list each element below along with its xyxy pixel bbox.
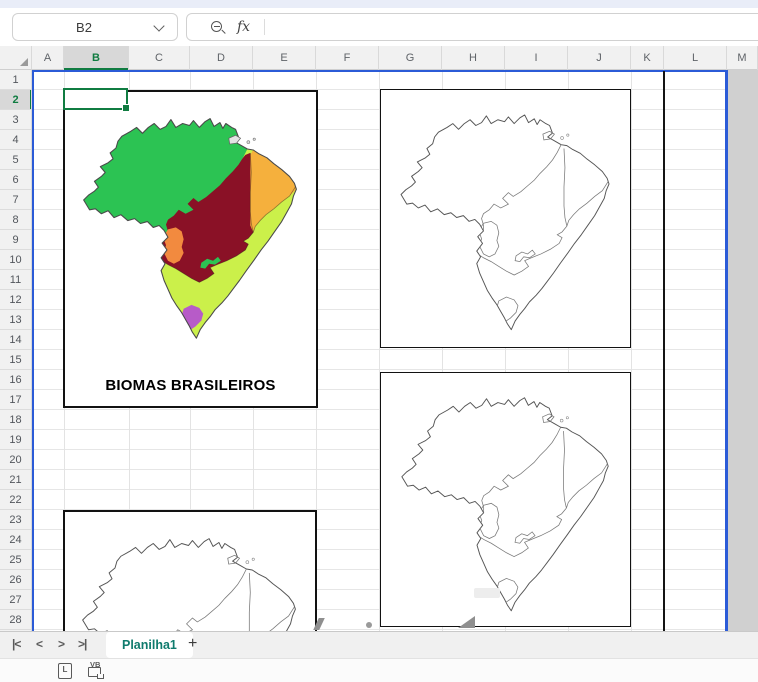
row-header-10[interactable]: 10 xyxy=(0,250,31,270)
column-header-c[interactable]: C xyxy=(129,46,190,70)
add-sheet-button[interactable]: + xyxy=(188,635,197,653)
row-header-17[interactable]: 17 xyxy=(0,390,31,410)
row-header-27[interactable]: 27 xyxy=(0,590,31,610)
row-header-24[interactable]: 24 xyxy=(0,530,31,550)
page-border-left xyxy=(32,70,34,631)
row-header-2[interactable]: 2 xyxy=(0,90,31,110)
first-sheet-button[interactable]: |< xyxy=(12,637,21,651)
name-box[interactable]: B2 xyxy=(12,13,178,41)
column-header-a[interactable]: A xyxy=(32,46,64,70)
fx-icon: fx xyxy=(237,19,251,35)
watermark-fragment xyxy=(474,588,500,598)
biomes-map-outline-2[interactable] xyxy=(380,372,631,627)
row-header-1[interactable]: 1 xyxy=(0,70,31,90)
column-header-g[interactable]: G xyxy=(379,46,442,70)
window-top-strip xyxy=(0,0,758,8)
select-all-triangle-icon xyxy=(20,58,28,66)
page-border-top xyxy=(32,70,728,72)
status-bar: L VB xyxy=(0,658,758,682)
spreadsheet-app: B2 fx ABCDEFGHIJKLM 1 2 3 4 5 6 7 8 9 10 11 12 13 14 1… xyxy=(0,0,758,682)
next-sheet-button[interactable]: > xyxy=(58,637,65,651)
column-header-h[interactable]: H xyxy=(442,46,505,70)
column-headers: ABCDEFGHIJKLM xyxy=(32,46,758,71)
biomes-map-outline-3[interactable] xyxy=(63,510,317,631)
row-header-7[interactable]: 7 xyxy=(0,190,31,210)
row-header-12[interactable]: 12 xyxy=(0,290,31,310)
row-header-15[interactable]: 15 xyxy=(0,350,31,370)
row-header-19[interactable]: 19 xyxy=(0,430,31,450)
brazil-map-outline-svg xyxy=(382,91,630,345)
row-header-14[interactable]: 14 xyxy=(0,330,31,350)
workbook-statistics-icon[interactable]: L xyxy=(58,660,76,679)
name-box-value: B2 xyxy=(76,19,92,35)
sheet-tab-label: Planilha1 xyxy=(122,638,177,652)
formula-bar-divider xyxy=(264,19,266,35)
select-all-corner[interactable] xyxy=(0,46,32,70)
row-header-5[interactable]: 5 xyxy=(0,150,31,170)
column-header-l[interactable]: L xyxy=(664,46,727,70)
chevron-down-icon[interactable] xyxy=(153,19,165,32)
macros-icon[interactable]: VB xyxy=(88,660,106,679)
column-header-d[interactable]: D xyxy=(190,46,253,70)
gridline xyxy=(631,70,632,631)
brazil-map-colored-svg xyxy=(66,94,316,354)
row-header-9[interactable]: 9 xyxy=(0,230,31,250)
outside-page-area xyxy=(728,70,758,631)
row-header-26[interactable]: 26 xyxy=(0,570,31,590)
row-header-20[interactable]: 20 xyxy=(0,450,31,470)
column-header-f[interactable]: F xyxy=(316,46,379,70)
page-border-right xyxy=(725,70,728,631)
row-header-21[interactable]: 21 xyxy=(0,470,31,490)
map-title: BIOMAS BRASILEIROS xyxy=(105,377,276,394)
zoom-out-icon[interactable] xyxy=(211,21,225,34)
row-header-13[interactable]: 13 xyxy=(0,310,31,330)
column-header-j[interactable]: J xyxy=(568,46,631,70)
brazil-map-outline-svg xyxy=(65,514,315,631)
previous-sheet-button[interactable]: < xyxy=(36,637,43,651)
brazil-map-outline-svg xyxy=(383,374,629,626)
row-header-28[interactable]: 28 xyxy=(0,610,31,630)
last-sheet-button[interactable]: >| xyxy=(78,637,87,651)
row-header-6[interactable]: 6 xyxy=(0,170,31,190)
row-headers: 1 2 3 4 5 6 7 8 9 10 11 12 13 14 15 16 17 18 19 20 21 22 23 24 2… xyxy=(0,70,32,631)
formula-bar[interactable]: fx xyxy=(186,13,758,41)
column-header-m[interactable]: M xyxy=(727,46,758,70)
row-header-11[interactable]: 11 xyxy=(0,270,31,290)
watermark-fragment xyxy=(458,616,475,628)
selected-cell-b2[interactable] xyxy=(63,88,130,112)
row-header-16[interactable]: 16 xyxy=(0,370,31,390)
column-header-e[interactable]: E xyxy=(253,46,316,70)
fill-handle[interactable] xyxy=(122,104,130,112)
row-header-4[interactable]: 4 xyxy=(0,130,31,150)
row-header-3[interactable]: 3 xyxy=(0,110,31,130)
sheet-tab-bar: |< < > >| Planilha1 + xyxy=(0,631,758,658)
column-header-b[interactable]: B xyxy=(64,46,129,71)
biomes-map-outline-1[interactable] xyxy=(380,89,631,348)
formula-input[interactable] xyxy=(273,19,758,35)
watermark-fragment xyxy=(366,622,372,628)
row-header-18[interactable]: 18 xyxy=(0,410,31,430)
row-header-22[interactable]: 22 xyxy=(0,490,31,510)
formula-toolbar: B2 fx xyxy=(0,8,758,46)
biomes-map-colored[interactable]: BIOMAS BRASILEIROS xyxy=(63,90,318,408)
row-header-8[interactable]: 8 xyxy=(0,210,31,230)
sheet-grid[interactable]: BIOMAS BRASILEIROS xyxy=(32,70,758,631)
column-k-divider-line xyxy=(663,71,665,631)
row-header-25[interactable]: 25 xyxy=(0,550,31,570)
column-header-k[interactable]: K xyxy=(631,46,664,70)
sheet-tab-planilha1[interactable]: Planilha1 xyxy=(106,632,193,658)
row-header-23[interactable]: 23 xyxy=(0,510,31,530)
column-header-i[interactable]: I xyxy=(505,46,568,70)
